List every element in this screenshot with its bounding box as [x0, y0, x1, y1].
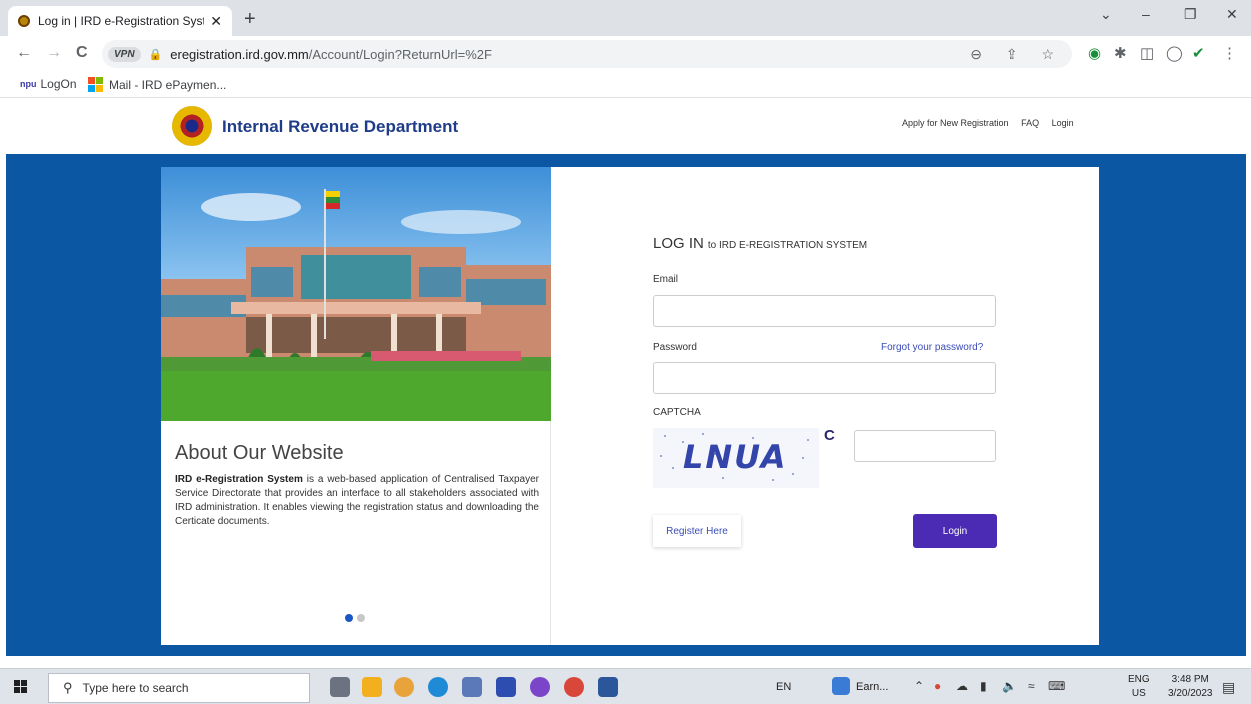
clock-time: 3:48 PM — [1171, 674, 1209, 685]
acrobat-tray-icon[interactable]: ● — [934, 679, 941, 693]
reload-button[interactable]: C — [76, 44, 88, 62]
address-bar[interactable]: VPN 🔒 eregistration.ird.gov.mm /Account/… — [102, 40, 1072, 68]
login-button[interactable]: Login — [913, 514, 997, 548]
lang-line-2: US — [1131, 688, 1146, 699]
language-indicator[interactable]: ENG US — [1128, 673, 1150, 701]
browser-tab[interactable]: Log in | IRD e-Registration System ✕ — [8, 6, 232, 36]
tab-title: Log in | IRD e-Registration System — [38, 14, 205, 28]
bookmark-logon[interactable]: npu LogOn — [20, 77, 77, 91]
captcha-input[interactable] — [854, 430, 996, 462]
login-form: LOG IN to IRD E-REGISTRATION SYSTEM Email… — [653, 167, 1003, 645]
viber-icon[interactable] — [530, 677, 550, 697]
login-heading-sub: to IRD E-REGISTRATION SYSTEM — [707, 240, 868, 251]
paint-icon[interactable] — [462, 677, 482, 697]
file-explorer-icon[interactable] — [362, 677, 382, 697]
password-input[interactable] — [653, 362, 996, 394]
input-language[interactable]: EN — [776, 681, 791, 693]
browser-tab-bar: Log in | IRD e-Registration System ✕ + ⌄… — [0, 0, 1251, 36]
minimize-button[interactable]: – — [1142, 6, 1150, 22]
lang-line-1: ENG — [1128, 674, 1150, 685]
extensions-puzzle-icon[interactable]: ✱ — [1114, 44, 1127, 62]
tab-close-icon[interactable]: ✕ — [210, 13, 222, 30]
earn-app-icon[interactable] — [832, 677, 850, 695]
back-button[interactable]: ← — [16, 44, 32, 62]
npu-logo-icon: npu — [20, 79, 37, 89]
search-icon: ⚲ — [63, 680, 73, 695]
windows-start-icon[interactable] — [14, 680, 27, 693]
taskbar-clock[interactable]: 3:48 PM 3/20/2023 — [1168, 673, 1213, 701]
building-illustration — [161, 189, 551, 421]
forgot-password-link[interactable]: Forgot your password? — [881, 342, 983, 353]
nav-apply-link[interactable]: Apply for New Registration — [902, 118, 1009, 128]
keyboard-icon[interactable]: ⌨ — [1048, 679, 1065, 693]
menu-kebab-icon[interactable]: ⋮ — [1222, 44, 1237, 62]
register-button[interactable]: Register Here — [653, 515, 741, 547]
side-panel-icon[interactable]: ◫ — [1140, 44, 1154, 62]
restore-button[interactable]: ❐ — [1184, 6, 1197, 23]
wifi-icon[interactable]: ≈ — [1028, 679, 1035, 693]
onedrive-tray-icon[interactable]: ☁ — [956, 679, 968, 693]
password-label: Password — [653, 342, 697, 353]
chrome-profile-icon[interactable] — [394, 677, 414, 697]
notifications-icon[interactable]: ▤ — [1222, 679, 1235, 696]
windows-taskbar: ⚲ Type here to search EN Earn... ⌃ ● ☁ ▮… — [0, 668, 1251, 704]
taskbar-search-placeholder: Type here to search — [82, 681, 189, 695]
email-input[interactable] — [653, 295, 996, 327]
login-heading: LOG IN to IRD E-REGISTRATION SYSTEM — [653, 235, 867, 252]
bookmarks-bar: npu LogOn Mail - IRD ePaymen... — [0, 72, 1251, 98]
tab-search-chevron-icon[interactable]: ⌄ — [1100, 6, 1112, 23]
about-text: IRD e-Registration System is a web-based… — [175, 473, 539, 529]
chrome-icon[interactable] — [564, 677, 584, 697]
carousel-dots — [345, 614, 365, 622]
login-heading-main: LOG IN — [653, 235, 704, 252]
earn-app-label[interactable]: Earn... — [856, 681, 888, 693]
calendar-app-icon[interactable] — [496, 677, 516, 697]
clock-date: 3/20/2023 — [1168, 688, 1213, 699]
email-label: Email — [653, 274, 679, 285]
carousel-dot-1[interactable] — [345, 614, 353, 622]
shield-extension-icon[interactable]: ◉ — [1088, 44, 1101, 62]
about-title: About Our Website — [175, 442, 344, 464]
captcha-label: CAPTCHA — [653, 407, 701, 418]
forward-button[interactable]: → — [46, 44, 62, 62]
word-icon[interactable] — [598, 677, 618, 697]
captcha-image: LNUA — [653, 428, 819, 488]
top-nav: Apply for New Registration FAQ Login — [902, 118, 1084, 128]
task-view-icon[interactable] — [330, 677, 350, 697]
close-window-button[interactable]: ✕ — [1226, 6, 1238, 23]
microsoft-logo-icon — [88, 77, 103, 92]
nav-faq-link[interactable]: FAQ — [1021, 118, 1039, 128]
bookmark-mail[interactable]: Mail - IRD ePaymen... — [88, 77, 226, 92]
lock-icon[interactable]: 🔒 — [149, 48, 163, 61]
url-host: eregistration.ird.gov.mm — [170, 46, 309, 62]
security-check-icon[interactable]: ✔ — [1192, 44, 1205, 62]
url-path: /Account/Login?ReturnUrl=%2F — [308, 46, 492, 62]
bookmark-label: LogOn — [40, 77, 77, 91]
bookmark-label: Mail - IRD ePaymen... — [109, 77, 227, 92]
about-lead: IRD e-Registration System — [175, 474, 303, 485]
carousel-dot-2[interactable] — [357, 614, 365, 622]
about-panel: About Our Website IRD e-Registration Sys… — [161, 167, 551, 645]
captcha-text: LNUA — [683, 438, 787, 476]
new-tab-button[interactable]: + — [244, 8, 256, 31]
browser-toolbar: ← → C VPN 🔒 eregistration.ird.gov.mm /Ac… — [0, 36, 1251, 72]
login-card: About Our Website IRD e-Registration Sys… — [161, 167, 1099, 645]
omnibox-actions-icon[interactable]: ⊖ ⇪ ☆ — [970, 46, 1064, 63]
site-favicon-icon — [18, 15, 30, 27]
edge-icon[interactable] — [428, 677, 448, 697]
volume-icon[interactable]: 🔈 — [1002, 679, 1017, 693]
vpn-badge-icon[interactable]: VPN — [108, 46, 141, 62]
captcha-refresh-icon[interactable]: C — [824, 427, 835, 444]
profile-icon[interactable]: ◯ — [1166, 44, 1183, 62]
building-photo — [161, 167, 551, 421]
brand-title[interactable]: Internal Revenue Department — [222, 117, 458, 137]
site-header: Internal Revenue Department Apply for Ne… — [0, 98, 1251, 154]
battery-icon[interactable]: ▮ — [980, 679, 987, 693]
taskbar-search[interactable]: ⚲ Type here to search — [48, 673, 310, 703]
nav-login-link[interactable]: Login — [1052, 118, 1074, 128]
ird-logo[interactable] — [172, 106, 212, 146]
tray-chevron-icon[interactable]: ⌃ — [914, 679, 924, 693]
